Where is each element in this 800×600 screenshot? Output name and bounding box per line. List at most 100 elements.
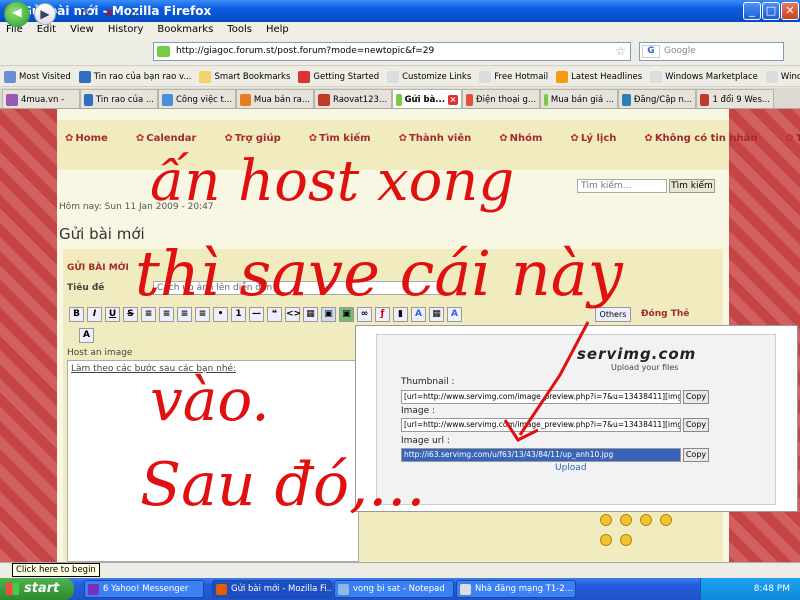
forum-nav-label: Calendar bbox=[146, 133, 197, 144]
quote-button[interactable]: ❝ bbox=[267, 307, 282, 322]
bookmark-item[interactable]: Smart Bookmarks bbox=[199, 67, 290, 86]
smiley-icon[interactable] bbox=[620, 514, 632, 526]
forum-nav-item[interactable]: ✿ Nhóm bbox=[499, 133, 556, 144]
forward-button[interactable]: ▶ bbox=[34, 3, 56, 25]
taskbar-item[interactable]: Nhà đăng mạng T1-2... bbox=[456, 580, 576, 598]
maximize-button[interactable]: □ bbox=[762, 2, 780, 20]
smiley-icon[interactable] bbox=[600, 534, 612, 546]
menu-history[interactable]: History bbox=[108, 22, 144, 38]
forum-nav-item[interactable]: ✿ Home bbox=[65, 133, 122, 144]
forum-nav-item[interactable]: ✿ Tìm kiếm bbox=[309, 133, 385, 144]
taskbar-item[interactable]: 6 Yahoo! Messenger bbox=[84, 580, 204, 598]
flower-icon: ✿ bbox=[570, 133, 579, 144]
tab-5[interactable]: Gửi bà... × bbox=[392, 89, 462, 108]
forum-nav-item[interactable]: ✿Thoát [ Mr.Fanova1323 ] bbox=[786, 133, 800, 144]
forum-search-button[interactable]: Tìm kiếm bbox=[669, 179, 715, 193]
menu-help[interactable]: Help bbox=[266, 22, 289, 38]
bookmark-label: Getting Started bbox=[313, 71, 380, 82]
copy-image-url-button[interactable]: Copy bbox=[683, 448, 709, 462]
underline-button[interactable]: U bbox=[105, 307, 120, 322]
bookmark-item[interactable]: Customize Links bbox=[387, 67, 471, 86]
search-input[interactable]: G Google bbox=[639, 42, 784, 61]
bookmark-star-icon[interactable]: ☆ bbox=[615, 43, 626, 60]
subject-input[interactable]: Cách up ảnh lên diễn đàn bbox=[153, 281, 441, 295]
smiley-icon[interactable] bbox=[620, 534, 632, 546]
link-button[interactable]: ∞ bbox=[357, 307, 372, 322]
close-tab-icon[interactable]: × bbox=[448, 94, 458, 105]
image-url-field[interactable]: http://i63.servimg.com/u/f63/13/43/84/11… bbox=[401, 448, 681, 462]
reload-button[interactable]: ↻ bbox=[74, 3, 96, 25]
font-face-button[interactable]: A bbox=[447, 307, 462, 322]
hr-button[interactable]: — bbox=[249, 307, 264, 322]
bookmark-item[interactable]: Windows Media bbox=[765, 67, 800, 86]
forum-search-input[interactable]: Tìm kiếm... bbox=[577, 179, 667, 193]
align-right-button[interactable]: ≡ bbox=[177, 307, 192, 322]
back-button[interactable]: ◀ bbox=[4, 1, 30, 27]
list-bullet-button[interactable]: • bbox=[213, 307, 228, 322]
tab-1[interactable]: Tin rao của ... bbox=[80, 89, 158, 108]
justify-button[interactable]: ≡ bbox=[195, 307, 210, 322]
bold-button[interactable]: B bbox=[69, 307, 84, 322]
bookmark-icon bbox=[4, 70, 16, 83]
bookmark-item[interactable]: Getting Started bbox=[298, 67, 379, 86]
close-tags-link[interactable]: Đóng Thẻ bbox=[641, 309, 689, 319]
bookmark-item[interactable]: Latest Headlines bbox=[556, 67, 642, 86]
tab-3[interactable]: Mua bán ra... bbox=[236, 89, 314, 108]
menu-tools[interactable]: Tools bbox=[227, 22, 252, 38]
close-button[interactable]: ✕ bbox=[781, 2, 799, 20]
forum-nav-item[interactable]: ✿ Lý lịch bbox=[570, 133, 630, 144]
forum-nav-item[interactable]: ✿ Không có tin nhắn bbox=[644, 133, 771, 144]
thumbnail-field[interactable]: [url=http://www.servimg.com/image_previe… bbox=[401, 390, 681, 404]
smiley-icon[interactable] bbox=[600, 514, 612, 526]
others-button[interactable]: Others bbox=[595, 307, 631, 322]
flower-icon: ✿ bbox=[135, 133, 145, 144]
copy-image-button[interactable]: Copy bbox=[683, 418, 709, 432]
taskbar-item[interactable]: vong bi sat - Notepad bbox=[334, 580, 454, 598]
forum-nav-item[interactable]: ✿ Thành viên bbox=[399, 133, 486, 144]
tab-9[interactable]: 1 đổi 9 Wes... bbox=[696, 89, 774, 108]
font-button[interactable]: A bbox=[79, 328, 94, 343]
clock[interactable]: 8:48 PM bbox=[754, 584, 790, 594]
font-size-button[interactable]: A bbox=[411, 307, 426, 322]
bookmark-item[interactable]: Most Visited bbox=[4, 67, 71, 86]
table-button[interactable]: ▦ bbox=[303, 307, 318, 322]
list-number-button[interactable]: 1 bbox=[231, 307, 246, 322]
tab-8[interactable]: Đăng/Cập n... bbox=[618, 89, 696, 108]
flower-icon: ✿ bbox=[785, 133, 794, 144]
strike-button[interactable]: S bbox=[123, 307, 138, 322]
copy-thumbnail-button[interactable]: Copy bbox=[683, 390, 709, 404]
video-button[interactable]: ▮ bbox=[393, 307, 408, 322]
bookmark-item[interactable]: Tin rao của bạn rao v... bbox=[78, 67, 191, 86]
forum-nav-item[interactable]: ✿ Trợ giúp bbox=[225, 133, 295, 144]
align-center-button[interactable]: ≡ bbox=[159, 307, 174, 322]
font-color-button[interactable]: ▦ bbox=[429, 307, 444, 322]
tab-2[interactable]: Công việc t... bbox=[158, 89, 236, 108]
message-editor[interactable]: Làm theo các bước sau các bạn nhé: bbox=[67, 360, 359, 562]
tab-7[interactable]: Mua bán giá ... bbox=[540, 89, 618, 108]
taskbar-app-icon bbox=[216, 584, 227, 595]
url-bar[interactable]: http://giagoc.forum.st/post.forum?mode=n… bbox=[153, 42, 631, 61]
start-button[interactable]: start bbox=[0, 578, 74, 600]
tab-4[interactable]: Raovat123... bbox=[314, 89, 392, 108]
bookmark-item[interactable]: Free Hotmail bbox=[479, 67, 548, 86]
image-field[interactable]: [url=http://www.servimg.com/image_previe… bbox=[401, 418, 681, 432]
flash-button[interactable]: ƒ bbox=[375, 307, 390, 322]
upload-link[interactable]: Upload bbox=[555, 463, 587, 473]
smiley-icon[interactable] bbox=[640, 514, 652, 526]
align-left-button[interactable]: ≡ bbox=[141, 307, 156, 322]
image-button[interactable]: ▣ bbox=[321, 307, 336, 322]
italic-button[interactable]: I bbox=[87, 307, 102, 322]
tab-6[interactable]: Điện thoại g... bbox=[462, 89, 540, 108]
host-image-button[interactable]: ▣ bbox=[339, 307, 354, 322]
forum-nav-item[interactable]: ✿ Calendar bbox=[136, 133, 211, 144]
home-button[interactable]: ⌂ bbox=[122, 3, 144, 25]
bookmark-item[interactable]: Windows Marketplace bbox=[650, 67, 758, 86]
smiley-icon[interactable] bbox=[660, 514, 672, 526]
taskbar-item[interactable]: Gửi bài mới - Mozilla Fi... bbox=[212, 580, 332, 598]
minimize-button[interactable]: _ bbox=[743, 2, 761, 20]
tab-0[interactable]: 4mua.vn - bbox=[2, 89, 80, 108]
code-button[interactable]: <> bbox=[285, 307, 301, 322]
taskbar-label: vong bi sat - Notepad bbox=[353, 584, 445, 594]
menu-bookmarks[interactable]: Bookmarks bbox=[157, 22, 213, 38]
stop-button[interactable]: ✕ bbox=[98, 3, 120, 25]
